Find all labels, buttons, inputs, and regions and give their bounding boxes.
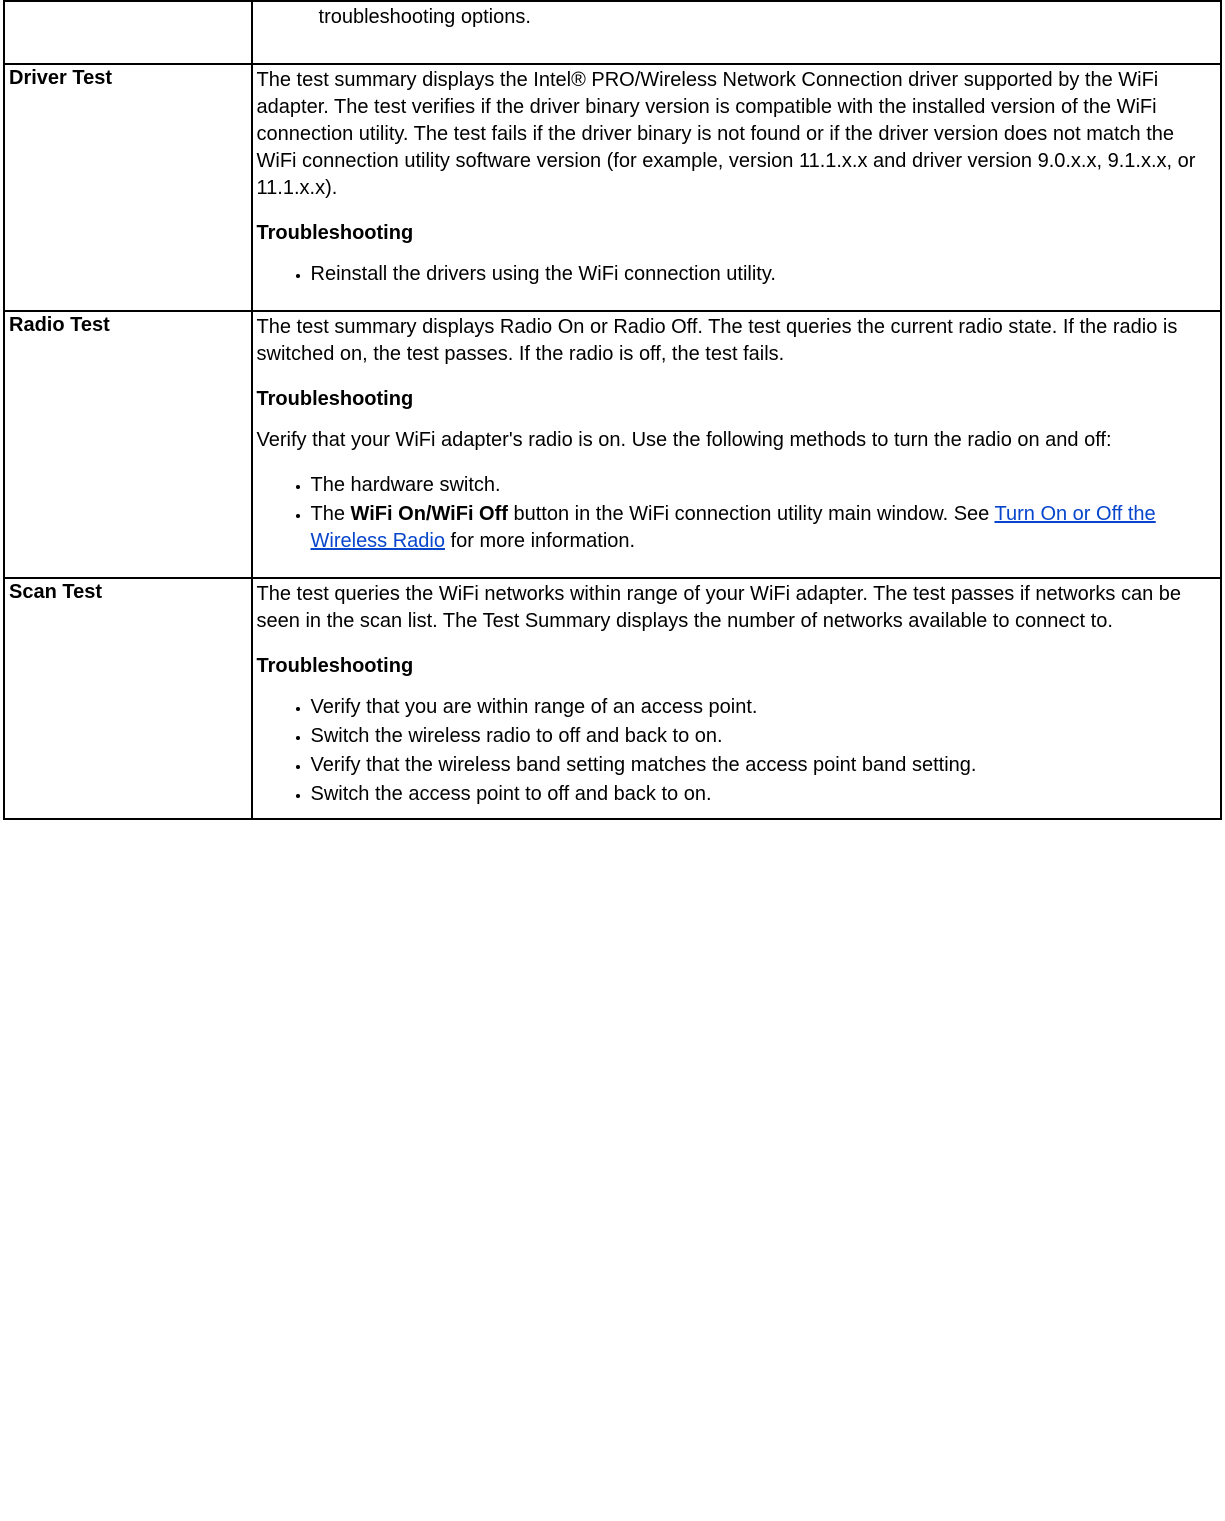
table-row: Scan Test The test queries the WiFi netw… — [4, 578, 1221, 819]
list-item: Reinstall the drivers using the WiFi con… — [311, 261, 1216, 288]
row-label-cell: Driver Test — [4, 64, 252, 311]
wifi-on-off-label: WiFi On/WiFi Off — [351, 503, 508, 525]
list-item: The hardware switch. — [311, 472, 1216, 499]
tests-table: troubleshooting options. Driver Test The… — [3, 0, 1222, 820]
row-body-cell: The test summary displays Radio On or Ra… — [252, 311, 1221, 578]
row-label: Radio Test — [9, 314, 110, 336]
table-row: Driver Test The test summary displays th… — [4, 64, 1221, 311]
table-row: Radio Test The test summary displays Rad… — [4, 311, 1221, 578]
row-body-cell: The test summary displays the Intel® PRO… — [252, 64, 1221, 311]
troubleshooting-list: The hardware switch. The WiFi On/WiFi Of… — [257, 472, 1216, 555]
list-item: Verify that you are within range of an a… — [311, 694, 1216, 721]
troubleshooting-heading: Troubleshooting — [257, 653, 1216, 680]
row-label-cell: Scan Test — [4, 578, 252, 819]
troubleshooting-heading: Troubleshooting — [257, 386, 1216, 413]
row-label-cell: Radio Test — [4, 311, 252, 578]
row-description: The test queries the WiFi networks withi… — [257, 581, 1216, 635]
text-fragment: for more information. — [445, 530, 635, 552]
row-label: Driver Test — [9, 67, 112, 89]
troubleshooting-heading: Troubleshooting — [257, 220, 1216, 247]
text-fragment: button in the WiFi connection utility ma… — [508, 503, 995, 525]
list-item: The WiFi On/WiFi Off button in the WiFi … — [311, 501, 1216, 555]
row-body-cell: troubleshooting options. — [252, 1, 1221, 64]
row-label: Scan Test — [9, 581, 102, 603]
table-row: troubleshooting options. — [4, 1, 1221, 64]
troubleshooting-list: Reinstall the drivers using the WiFi con… — [257, 261, 1216, 288]
troubleshooting-intro: Verify that your WiFi adapter's radio is… — [257, 427, 1216, 454]
list-item: Switch the wireless radio to off and bac… — [311, 723, 1216, 750]
partial-bullet: troubleshooting options. — [257, 4, 1216, 31]
row-description: The test summary displays the Intel® PRO… — [257, 67, 1216, 202]
list-item: Verify that the wireless band setting ma… — [311, 752, 1216, 779]
list-item: Switch the access point to off and back … — [311, 781, 1216, 808]
row-body-cell: The test queries the WiFi networks withi… — [252, 578, 1221, 819]
row-label-cell — [4, 1, 252, 64]
troubleshooting-list: Verify that you are within range of an a… — [257, 694, 1216, 808]
text-fragment: The — [311, 503, 351, 525]
row-description: The test summary displays Radio On or Ra… — [257, 314, 1216, 368]
